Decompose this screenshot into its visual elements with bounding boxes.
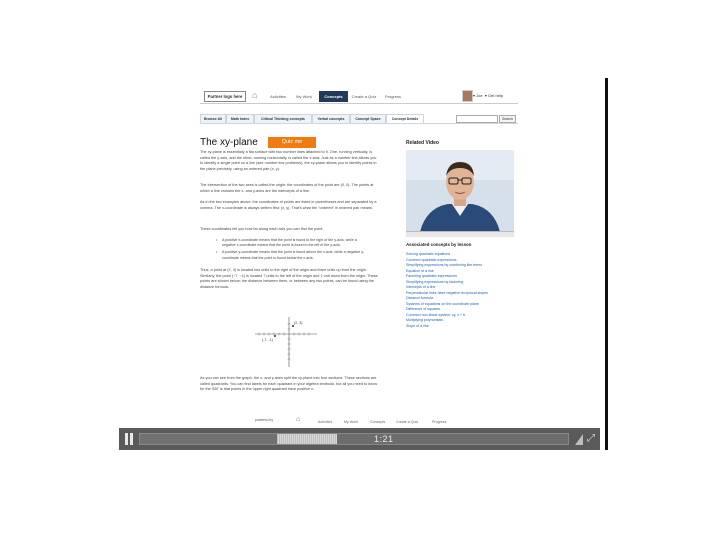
paragraph-intro: The xy-plane is essentially a flat surfa…: [200, 150, 377, 171]
right-edge-divider: [605, 78, 608, 450]
paragraph-ordered-pair: As in the two examples above, the coordi…: [200, 200, 377, 210]
fullscreen-icon[interactable]: ⤢: [585, 432, 597, 446]
related-video-controls[interactable]: [406, 231, 514, 237]
user-avatar[interactable]: [462, 90, 473, 102]
nav-tab-create-quiz[interactable]: Create a Quiz: [349, 91, 379, 102]
seek-bar-played: [140, 434, 277, 444]
related-video-thumbnail[interactable]: [406, 150, 514, 232]
point-a: [292, 325, 294, 327]
paragraph-quadrants: As you can see from the graph, the x- an…: [200, 376, 378, 392]
associated-concepts-list: Solving quadratic equations Common quadr…: [406, 252, 526, 329]
footer-link[interactable]: My Work: [344, 420, 358, 424]
user-links: ▾ Joe ▾ Get help: [473, 92, 503, 100]
related-video-title: Related Video: [406, 140, 439, 146]
point-a-label: (2, 3): [294, 321, 302, 325]
page-footer: powered by ⌂ Activities My Work Concepts…: [120, 416, 602, 428]
point-b-label: (-7, -1): [262, 338, 273, 342]
nav-tab-my-work[interactable]: My Work: [292, 91, 316, 102]
top-nav: Partner logo here ⌂ Activities My Work C…: [120, 90, 602, 104]
nav-tab-activities[interactable]: Activities: [266, 91, 290, 102]
web-page: Partner logo here ⌂ Activities My Work C…: [120, 90, 602, 428]
nav-tab-concepts[interactable]: Concepts: [319, 91, 348, 102]
paragraph-example-points: Thus, a point at (2, 3) is located two u…: [200, 268, 378, 289]
search-button[interactable]: Search: [499, 115, 517, 123]
paragraph-coordinates: These coordinates tell you how far along…: [200, 227, 324, 231]
xy-plane-graph: (2, 3) (-7, -1): [255, 317, 317, 367]
bullet-y-coordinate: A positive y-coordinate means that the p…: [216, 250, 366, 260]
footer-link[interactable]: Concepts: [370, 420, 385, 424]
help-link[interactable]: ▾ Get help: [485, 93, 503, 98]
seek-bar-buffered: [276, 434, 337, 444]
footer-logo: powered by: [255, 418, 274, 422]
coordinate-bullets: A positive x-coordinate means that the p…: [216, 238, 366, 263]
pause-icon[interactable]: [123, 433, 135, 445]
page-title: The xy-plane: [200, 137, 258, 148]
quiz-me-button[interactable]: Quiz me: [268, 137, 316, 148]
bullet-x-coordinate: A positive x-coordinate means that the p…: [216, 238, 366, 248]
point-b: [274, 335, 276, 337]
paragraph-origin: The intersection of the two axes is call…: [200, 183, 374, 193]
footer-link[interactable]: Activities: [318, 420, 332, 424]
footer-link[interactable]: Create a Quiz: [396, 420, 418, 424]
associated-concept-link[interactable]: Slope of a line: [406, 324, 526, 330]
partner-logo[interactable]: Partner logo here: [204, 91, 246, 102]
home-icon[interactable]: ⌂: [252, 91, 257, 100]
footer-home-icon[interactable]: ⌂: [296, 416, 300, 423]
sub-nav: Browse All Math Index Critical Thinking …: [120, 114, 602, 124]
volume-icon[interactable]: [574, 432, 584, 446]
user-menu[interactable]: ▾ Joe: [473, 93, 483, 98]
nav-divider: [200, 103, 518, 104]
playback-time: 1:21: [374, 434, 394, 444]
video-player-controls: 1:21 ⤢: [119, 428, 600, 450]
seek-bar[interactable]: [139, 433, 569, 445]
search-input[interactable]: [456, 115, 498, 123]
subnav-divider: [200, 123, 518, 124]
video-presenter-image: [406, 150, 514, 232]
nav-tab-progress[interactable]: Progress: [381, 91, 405, 102]
footer-link[interactable]: Progress: [432, 420, 446, 424]
associated-concepts-title: Associated concepts by lesson: [406, 242, 472, 247]
